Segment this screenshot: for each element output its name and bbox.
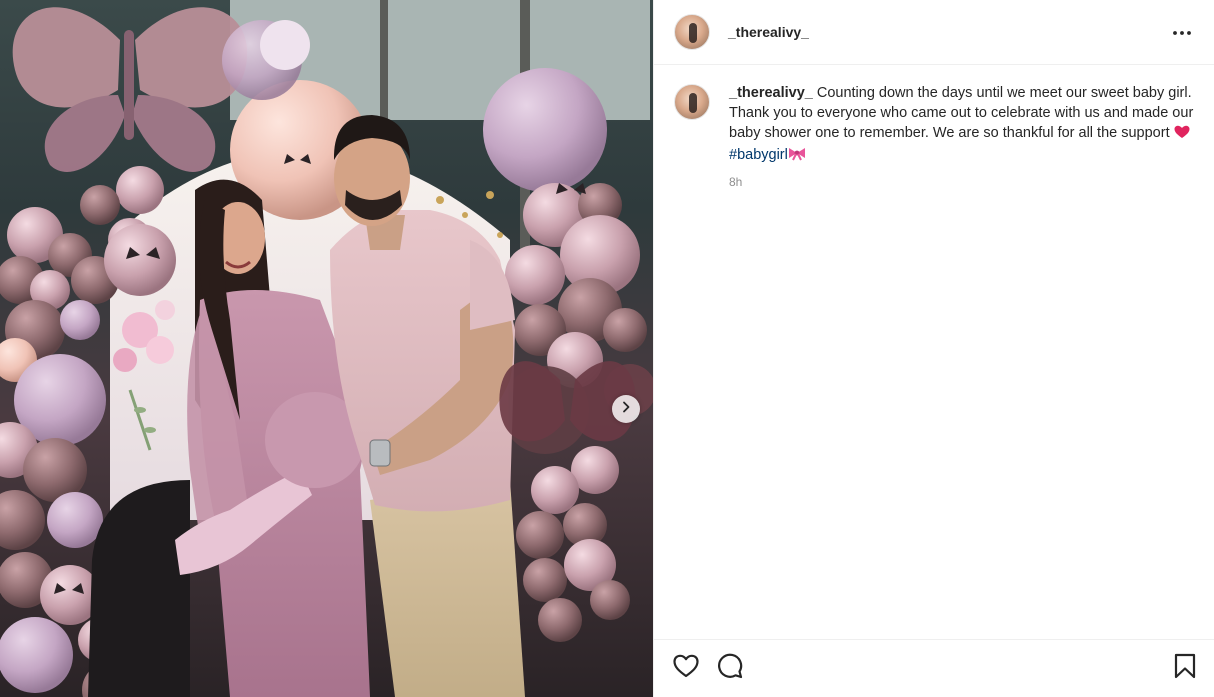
carousel-next-button[interactable] <box>612 395 640 423</box>
more-options-icon <box>1172 23 1192 41</box>
post-side-panel: _therealivy_ _therealivy_ Counting down t… <box>653 0 1214 697</box>
bookmark-icon <box>1174 653 1196 684</box>
post-timestamp[interactable]: 8h <box>729 175 1214 189</box>
caption-avatar[interactable] <box>674 84 710 120</box>
avatar[interactable] <box>674 14 710 50</box>
comment-button[interactable] <box>716 653 744 684</box>
post-photo[interactable] <box>0 0 653 697</box>
like-button[interactable] <box>672 654 700 683</box>
post-username[interactable]: _therealivy_ <box>728 24 809 40</box>
hashtag-link[interactable]: #babygirl <box>729 147 788 163</box>
chevron-right-icon <box>620 400 632 418</box>
caption-row: _therealivy_ Counting down the days until… <box>654 65 1214 167</box>
comment-icon <box>717 653 743 684</box>
caption-username[interactable]: _therealivy_ <box>729 85 813 101</box>
post-header: _therealivy_ <box>654 0 1214 65</box>
photo-scene <box>0 0 653 697</box>
red-heart-emoji <box>1174 125 1190 145</box>
pink-ribbon-emoji <box>788 147 806 167</box>
heart-icon <box>673 654 699 683</box>
caption-text: _therealivy_ Counting down the days until… <box>729 83 1194 167</box>
save-button[interactable] <box>1171 653 1199 684</box>
action-bar <box>654 639 1214 697</box>
more-options-button[interactable] <box>1170 20 1194 44</box>
